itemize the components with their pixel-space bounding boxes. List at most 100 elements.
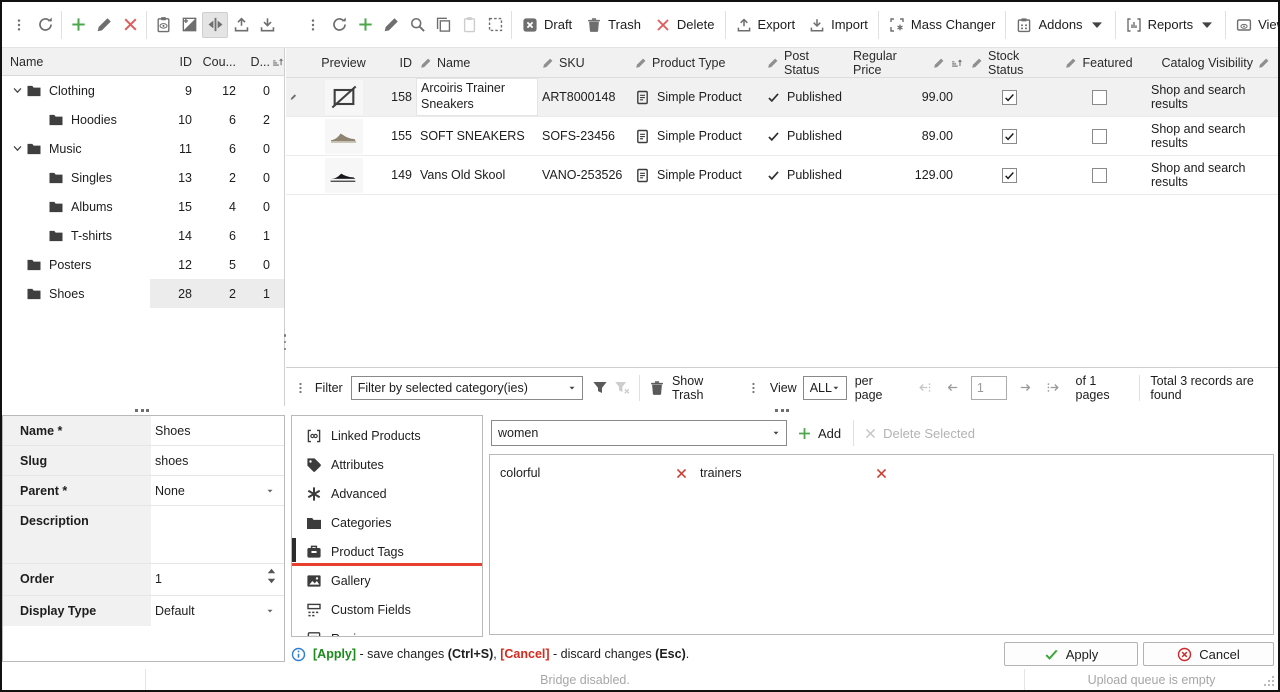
spin-down-icon[interactable] bbox=[267, 578, 276, 584]
tab-linked-products[interactable]: Linked Products bbox=[292, 421, 482, 450]
tag-item[interactable]: trainers bbox=[700, 463, 900, 483]
tree-import-button[interactable] bbox=[254, 12, 280, 38]
stock-status-checkbox[interactable] bbox=[1002, 129, 1017, 144]
tree-row-singles[interactable]: Singles 1320 bbox=[2, 163, 284, 192]
tree-add-button[interactable] bbox=[65, 12, 91, 38]
featured-checkbox[interactable] bbox=[1092, 90, 1107, 105]
product-preview[interactable] bbox=[325, 119, 363, 154]
select-button[interactable] bbox=[482, 12, 508, 38]
tab-product-tags[interactable]: Product Tags bbox=[292, 537, 482, 566]
col-featured[interactable]: Featured bbox=[1082, 56, 1132, 70]
col-post-status[interactable]: Post Status bbox=[784, 49, 845, 77]
last-page-button[interactable] bbox=[1043, 377, 1063, 399]
product-name-editor[interactable]: Arcoiris Trainer Sneakers bbox=[416, 78, 538, 115]
chevron-down-icon[interactable] bbox=[12, 85, 23, 96]
first-page-button[interactable] bbox=[914, 377, 934, 399]
col-preview[interactable]: Preview bbox=[321, 56, 365, 70]
tree-edit-button[interactable] bbox=[91, 12, 117, 38]
split-view-button[interactable] bbox=[202, 12, 228, 38]
next-page-button[interactable] bbox=[1015, 377, 1035, 399]
tree-row-clothing[interactable]: Clothing 9120 bbox=[2, 76, 284, 105]
import-button[interactable]: Import bbox=[802, 10, 875, 40]
col-sku[interactable]: SKU bbox=[559, 56, 585, 70]
horizontal-splitter[interactable] bbox=[2, 406, 1278, 415]
page-number-input[interactable] bbox=[971, 376, 1007, 400]
export-button[interactable]: Export bbox=[729, 10, 803, 40]
delete-selected-button[interactable]: Delete Selected bbox=[864, 426, 975, 441]
product-preview[interactable] bbox=[325, 158, 363, 193]
chevron-down-icon[interactable] bbox=[12, 143, 23, 154]
grid-menu-icon[interactable] bbox=[290, 58, 297, 68]
splitter-handle[interactable] bbox=[775, 409, 789, 412]
tree-toolbar-menu[interactable] bbox=[6, 12, 32, 38]
spin-up-icon[interactable] bbox=[267, 568, 276, 574]
tab-advanced[interactable]: Advanced bbox=[292, 479, 482, 508]
featured-checkbox[interactable] bbox=[1092, 129, 1107, 144]
add-tag-button[interactable]: Add bbox=[797, 426, 841, 441]
tree-refresh-button[interactable] bbox=[32, 12, 58, 38]
order-field[interactable]: 1 bbox=[155, 572, 162, 586]
tab-categories[interactable]: Categories bbox=[292, 508, 482, 537]
tag-item[interactable]: colorful bbox=[500, 463, 700, 483]
copy-button[interactable] bbox=[430, 12, 456, 38]
tree-col-id[interactable]: ID bbox=[150, 55, 192, 69]
mass-changer-button[interactable]: Mass Changer bbox=[882, 10, 1003, 40]
tree-row-posters[interactable]: Posters 1250 bbox=[2, 250, 284, 279]
reports-button[interactable]: Reports bbox=[1119, 10, 1223, 40]
tree-col-name[interactable]: Name bbox=[2, 55, 150, 69]
col-id[interactable]: ID bbox=[400, 56, 413, 70]
tree-delete-button[interactable] bbox=[117, 12, 143, 38]
slug-field[interactable]: shoes bbox=[155, 454, 188, 468]
col-stock-status[interactable]: Stock Status bbox=[988, 49, 1047, 77]
resize-grip-icon[interactable] bbox=[1263, 675, 1275, 687]
tree-col-d[interactable]: D... bbox=[236, 55, 270, 69]
product-preview[interactable] bbox=[325, 80, 363, 115]
show-trash-button[interactable] bbox=[646, 376, 668, 400]
page-size-dropdown[interactable]: ALL bbox=[803, 376, 847, 400]
product-row[interactable]: 158 Arcoiris Trainer Sneakers ART8000148… bbox=[286, 78, 1278, 117]
addons-button[interactable]: Addons bbox=[1009, 10, 1111, 40]
stock-status-checkbox[interactable] bbox=[1002, 90, 1017, 105]
delete-button[interactable]: Delete bbox=[648, 10, 722, 40]
tree-row-hoodies[interactable]: Hoodies 1062 bbox=[2, 105, 284, 134]
image-edit-button[interactable] bbox=[176, 12, 202, 38]
prev-page-button[interactable] bbox=[943, 377, 963, 399]
tree-col-count[interactable]: Cou... bbox=[192, 55, 236, 69]
col-product-type[interactable]: Product Type bbox=[652, 56, 725, 70]
grid-search-button[interactable] bbox=[404, 12, 430, 38]
grid-edit-button[interactable] bbox=[378, 12, 404, 38]
col-catalog-visibility[interactable]: Catalog Visibility bbox=[1162, 56, 1253, 70]
apply-filter-button[interactable] bbox=[589, 376, 611, 400]
cancel-button[interactable]: Cancel bbox=[1143, 642, 1274, 666]
col-regular-price[interactable]: Regular Price bbox=[853, 49, 928, 77]
kebab-icon[interactable] bbox=[294, 381, 307, 395]
paste-button[interactable] bbox=[456, 12, 482, 38]
tab-custom-fields[interactable]: Custom Fields bbox=[292, 595, 482, 624]
tab-gallery[interactable]: Gallery bbox=[292, 566, 482, 595]
col-name[interactable]: Name bbox=[437, 56, 470, 70]
grid-toolbar-menu[interactable] bbox=[300, 12, 326, 38]
tag-combobox[interactable]: women bbox=[491, 420, 787, 446]
show-trash-label[interactable]: Show Trash bbox=[672, 374, 733, 402]
tree-row-music[interactable]: Music 1160 bbox=[2, 134, 284, 163]
grid-refresh-button[interactable] bbox=[326, 12, 352, 38]
stock-status-checkbox[interactable] bbox=[1002, 168, 1017, 183]
tab-attributes[interactable]: Attributes bbox=[292, 450, 482, 479]
order-stepper[interactable] bbox=[267, 568, 276, 584]
view-button[interactable]: View bbox=[1229, 10, 1280, 40]
apply-button[interactable]: Apply bbox=[1004, 642, 1138, 666]
product-row[interactable]: 149 Vans Old Skool VANO-253526 Simple Pr… bbox=[286, 156, 1278, 195]
display-type-dropdown[interactable]: Default bbox=[151, 596, 284, 626]
paste-preview-button[interactable] bbox=[150, 12, 176, 38]
remove-tag-icon[interactable] bbox=[675, 467, 688, 480]
splitter-handle[interactable] bbox=[135, 409, 149, 412]
kebab-icon[interactable] bbox=[747, 381, 760, 395]
tree-row-albums[interactable]: Albums 1540 bbox=[2, 192, 284, 221]
remove-tag-icon[interactable] bbox=[875, 467, 888, 480]
trash-button[interactable]: Trash bbox=[579, 10, 648, 40]
parent-dropdown[interactable]: None bbox=[151, 476, 284, 505]
tree-row-shoes[interactable]: Shoes 2821 bbox=[2, 279, 284, 308]
product-row[interactable]: 155 SOFT SNEAKERS SOFS-23456 Simple Prod… bbox=[286, 117, 1278, 156]
name-field[interactable]: Shoes bbox=[155, 424, 190, 438]
featured-checkbox[interactable] bbox=[1092, 168, 1107, 183]
